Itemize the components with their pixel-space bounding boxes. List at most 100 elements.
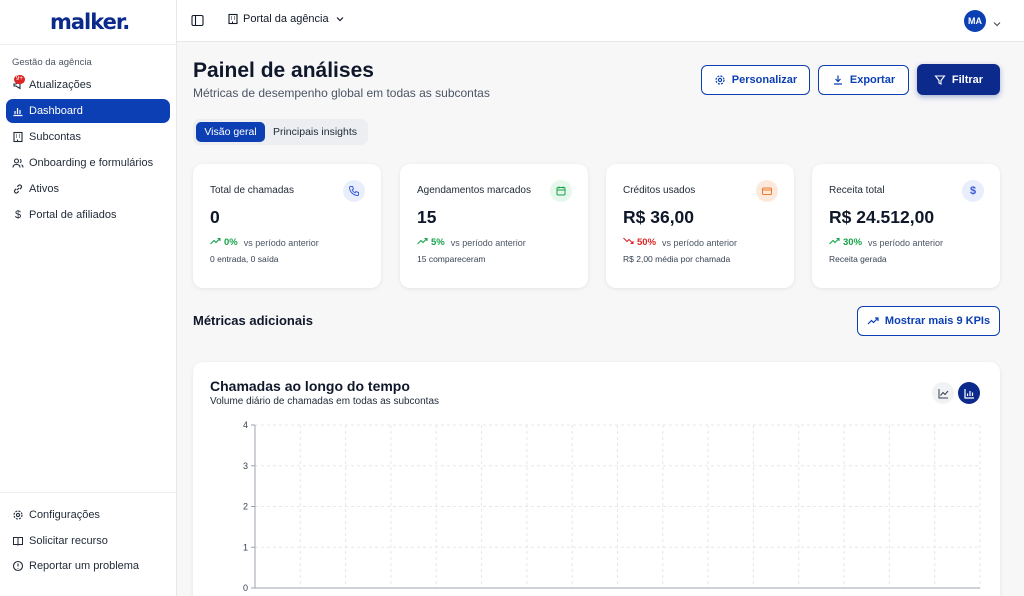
sidebar-item-label: Subcontas (29, 131, 81, 143)
sidebar-item-atualizacoes[interactable]: 9+ Atualizações (6, 73, 170, 97)
sidebar-item-label: Atualizações (29, 79, 92, 91)
tab-visao-geral[interactable]: Visão geral (196, 122, 265, 142)
sidebar-toggle-icon[interactable] (191, 14, 204, 27)
sidebar-item-reportar-problema[interactable]: Reportar um problema (6, 554, 170, 578)
kpi-note: R$ 2,00 média por chamada (623, 254, 731, 264)
kpi-delta-value: 30% (843, 237, 863, 248)
filter-icon (934, 74, 946, 86)
dollar-icon: $ (962, 180, 984, 202)
sidebar-section-label: Gestão da agência (12, 57, 92, 68)
sidebar-item-subcontas[interactable]: Subcontas (6, 125, 170, 149)
kpi-comparison: vs período anterior (662, 237, 738, 248)
customize-button[interactable]: Personalizar (701, 65, 810, 95)
kpi-label: Receita total (829, 185, 885, 196)
gear-icon (12, 509, 24, 521)
brand-logo[interactable]: malker. (50, 10, 130, 34)
kpi-delta: 0% vs período anterior (210, 237, 319, 248)
link-icon (12, 183, 24, 195)
kpi-delta-value: 5% (431, 237, 445, 248)
export-button[interactable]: Exportar (818, 65, 909, 95)
avatar[interactable]: MA (964, 10, 986, 32)
alert-circle-icon (12, 560, 24, 572)
chevron-down-icon (335, 14, 345, 24)
show-more-kpis-button[interactable]: Mostrar mais 9 KPIs (857, 306, 1000, 336)
agency-selector[interactable]: Portal da agência (227, 13, 345, 25)
y-tick-label: 3 (243, 461, 248, 471)
sidebar-item-ativos[interactable]: Ativos (6, 177, 170, 201)
sidebar-item-label: Dashboard (29, 105, 83, 117)
view-tabs: Visão geral Principais insights (193, 119, 368, 145)
notification-badge: 9+ (14, 75, 25, 84)
kpi-value: R$ 36,00 (623, 207, 695, 227)
sidebar-item-portal-afiliados[interactable]: $ Portal de afiliados (6, 203, 170, 227)
kpi-value: R$ 24.512,00 (829, 207, 935, 227)
book-icon (12, 535, 24, 547)
calls-chart-card: Chamadas ao longo do tempo Volume diário… (193, 362, 1000, 596)
building-icon (12, 131, 24, 143)
sidebar-item-configuracoes[interactable]: Configurações (6, 503, 170, 527)
kpi-card-creditos-usados: Créditos usados R$ 36,00 50% vs período … (606, 164, 794, 288)
export-label: Exportar (849, 74, 896, 86)
additional-metrics-title: Métricas adicionais (193, 313, 313, 328)
dollar-icon: $ (14, 209, 22, 221)
trend-up-icon (829, 237, 840, 248)
credit-card-icon (756, 180, 778, 202)
kpi-label: Agendamentos marcados (417, 185, 531, 196)
kpi-comparison: vs período anterior (243, 237, 319, 248)
kpi-delta-value: 50% (637, 237, 657, 248)
bar-chart-icon (12, 105, 24, 117)
y-tick-label: 4 (243, 420, 248, 430)
trend-up-icon (210, 237, 221, 248)
y-tick-label: 1 (243, 542, 248, 552)
sidebar-item-label: Configurações (29, 509, 100, 521)
sidebar-item-solicitar-recurso[interactable]: Solicitar recurso (6, 529, 170, 553)
kpi-label: Total de chamadas (210, 185, 294, 196)
kpi-card-receita-total: Receita total $ R$ 24.512,00 30% vs perí… (812, 164, 1000, 288)
divider (0, 492, 177, 493)
users-icon (12, 157, 24, 169)
sidebar-item-label: Solicitar recurso (29, 534, 108, 547)
sidebar-item-label: Onboarding e formulários (29, 157, 154, 169)
customize-label: Personalizar (731, 74, 798, 86)
kpi-comparison: vs período anterior (868, 237, 944, 248)
calls-chart: 0 1 2 3 4 (243, 420, 981, 593)
sidebar-item-dashboard[interactable]: Dashboard (6, 99, 170, 123)
page-title: Painel de análises (193, 59, 374, 82)
agency-label: Portal da agência (243, 13, 329, 25)
chevron-down-icon[interactable] (992, 16, 1002, 27)
kpi-card-agendamentos: Agendamentos marcados 15 5% vs período a… (400, 164, 588, 288)
kpi-note: 0 entrada, 0 saída (210, 254, 279, 264)
y-tick-label: 0 (243, 583, 248, 593)
y-tick-label: 2 (243, 502, 248, 512)
sidebar: malker. Gestão da agência 9+ Atualizaçõe… (0, 0, 177, 596)
kpi-note: Receita gerada (829, 254, 887, 264)
trend-up-icon (417, 237, 428, 248)
sidebar-item-label: Portal de afiliados (29, 209, 117, 221)
divider (0, 44, 177, 45)
kpi-delta: 50% vs período anterior (623, 237, 737, 248)
kpi-delta-value: 0% (224, 237, 238, 248)
sidebar-nav: 9+ Atualizações Dashboard Subcontas Onbo… (6, 73, 170, 229)
kpi-delta: 5% vs período anterior (417, 237, 526, 248)
tab-principais-insights[interactable]: Principais insights (269, 122, 361, 142)
kpi-value: 0 (210, 207, 220, 227)
page-subtitle: Métricas de desempenho global em todas a… (193, 86, 490, 100)
kpi-card-total-chamadas: Total de chamadas 0 0% vs período anteri… (193, 164, 381, 288)
calendar-icon (550, 180, 572, 202)
kpi-delta: 30% vs período anterior (829, 237, 943, 248)
kpi-label: Créditos usados (623, 185, 696, 196)
sidebar-bottom-nav: Configurações Solicitar recurso Reportar… (6, 503, 170, 580)
download-icon (832, 74, 844, 86)
top-bar: Portal da agência MA (177, 0, 1024, 42)
gear-icon (714, 74, 726, 86)
sidebar-item-label: Ativos (29, 183, 59, 195)
filter-button[interactable]: Filtrar (917, 64, 1000, 95)
phone-icon (343, 180, 365, 202)
kpi-comparison: vs período anterior (450, 237, 526, 248)
trend-down-icon (623, 237, 634, 248)
sidebar-item-onboarding[interactable]: Onboarding e formulários (6, 151, 170, 175)
filter-label: Filtrar (951, 73, 984, 86)
trend-up-icon (867, 315, 879, 327)
building-icon (227, 13, 239, 25)
show-more-label: Mostrar mais 9 KPIs (884, 315, 991, 327)
